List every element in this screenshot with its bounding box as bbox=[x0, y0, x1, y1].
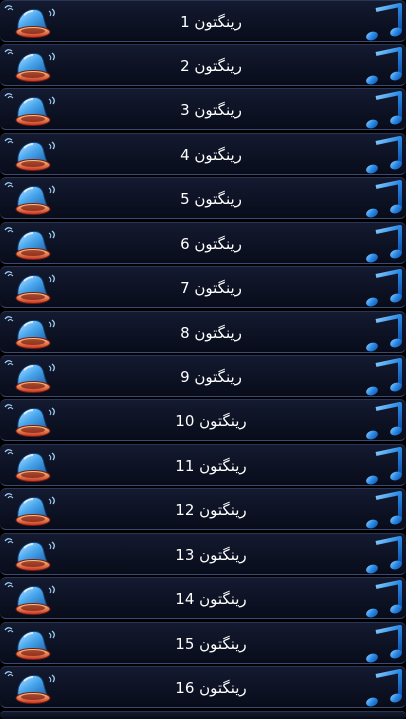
music-note-icon bbox=[366, 579, 404, 618]
music-note-icon bbox=[366, 135, 404, 174]
ringtone-label: رینگتون 2 bbox=[180, 57, 242, 75]
ringtone-row-9[interactable]: رینگتون 9 bbox=[0, 355, 406, 397]
ringtone-row-1[interactable]: رینگتون 1 bbox=[0, 0, 406, 42]
ringtone-label: رینگتون 1 bbox=[180, 13, 242, 31]
bell-icon bbox=[2, 312, 62, 352]
ringtone-row-11[interactable]: رینگتون 11 bbox=[0, 444, 406, 486]
ringtone-label: رینگتون 8 bbox=[180, 324, 242, 342]
music-note-icon bbox=[366, 179, 404, 218]
ringtone-label: رینگتون 14 bbox=[175, 590, 247, 608]
music-note-icon bbox=[366, 624, 404, 663]
ringtone-label: رینگتون 3 bbox=[180, 101, 242, 119]
bell-icon bbox=[2, 534, 62, 574]
ringtone-label: رینگتون 15 bbox=[175, 635, 247, 653]
ringtone-label: رینگتون 4 bbox=[180, 146, 242, 164]
bell-icon bbox=[2, 178, 62, 218]
ringtone-row-partial[interactable] bbox=[0, 711, 406, 719]
music-note-icon bbox=[366, 46, 404, 85]
ringtone-label: رینگتون 13 bbox=[175, 546, 247, 564]
bell-icon bbox=[2, 134, 62, 174]
music-note-icon bbox=[366, 2, 404, 41]
ringtone-label: رینگتون 11 bbox=[175, 457, 247, 475]
ringtone-row-10[interactable]: رینگتون 10 bbox=[0, 399, 406, 441]
ringtone-row-5[interactable]: رینگتون 5 bbox=[0, 177, 406, 219]
ringtone-label: رینگتون 7 bbox=[180, 279, 242, 297]
music-note-icon bbox=[366, 313, 404, 352]
music-note-icon bbox=[366, 490, 404, 529]
music-note-icon bbox=[366, 268, 404, 307]
bell-icon bbox=[2, 356, 62, 396]
bell-icon bbox=[2, 267, 62, 307]
ringtone-label: رینگتون 6 bbox=[180, 235, 242, 253]
bell-icon bbox=[2, 1, 62, 41]
ringtone-row-6[interactable]: رینگتون 6 bbox=[0, 222, 406, 264]
bell-icon bbox=[2, 45, 62, 85]
bell-icon bbox=[2, 89, 62, 129]
bell-icon bbox=[2, 400, 62, 440]
ringtone-row-14[interactable]: رینگتون 14 bbox=[0, 577, 406, 619]
ringtone-row-7[interactable]: رینگتون 7 bbox=[0, 266, 406, 308]
music-note-icon bbox=[366, 90, 404, 129]
ringtone-label: رینگتون 9 bbox=[180, 368, 242, 386]
ringtone-label: رینگتون 12 bbox=[175, 501, 247, 519]
ringtone-row-16[interactable]: رینگتون 16 bbox=[0, 666, 406, 708]
ringtone-list[interactable]: رینگتون 1 رینگتون 2 رینگتون 3 رینگتون 4 رینگ… bbox=[0, 0, 406, 719]
ringtone-row-2[interactable]: رینگتون 2 bbox=[0, 44, 406, 86]
music-note-icon bbox=[366, 357, 404, 396]
bell-icon bbox=[2, 667, 62, 707]
ringtone-row-13[interactable]: رینگتون 13 bbox=[0, 533, 406, 575]
ringtone-row-3[interactable]: رینگتون 3 bbox=[0, 88, 406, 130]
ringtone-row-8[interactable]: رینگتون 8 bbox=[0, 311, 406, 353]
music-note-icon bbox=[366, 535, 404, 574]
bell-icon bbox=[2, 223, 62, 263]
bell-icon bbox=[2, 623, 62, 663]
music-note-icon bbox=[366, 446, 404, 485]
ringtone-row-15[interactable]: رینگتون 15 bbox=[0, 622, 406, 664]
music-note-icon bbox=[366, 401, 404, 440]
ringtone-row-12[interactable]: رینگتون 12 bbox=[0, 488, 406, 530]
bell-icon bbox=[2, 578, 62, 618]
music-note-icon bbox=[366, 668, 404, 707]
bell-icon bbox=[2, 445, 62, 485]
bell-icon bbox=[2, 489, 62, 529]
ringtone-row-4[interactable]: رینگتون 4 bbox=[0, 133, 406, 175]
ringtone-label: رینگتون 5 bbox=[180, 190, 242, 208]
ringtone-label: رینگتون 16 bbox=[175, 679, 247, 697]
ringtone-label: رینگتون 10 bbox=[175, 412, 247, 430]
music-note-icon bbox=[366, 224, 404, 263]
